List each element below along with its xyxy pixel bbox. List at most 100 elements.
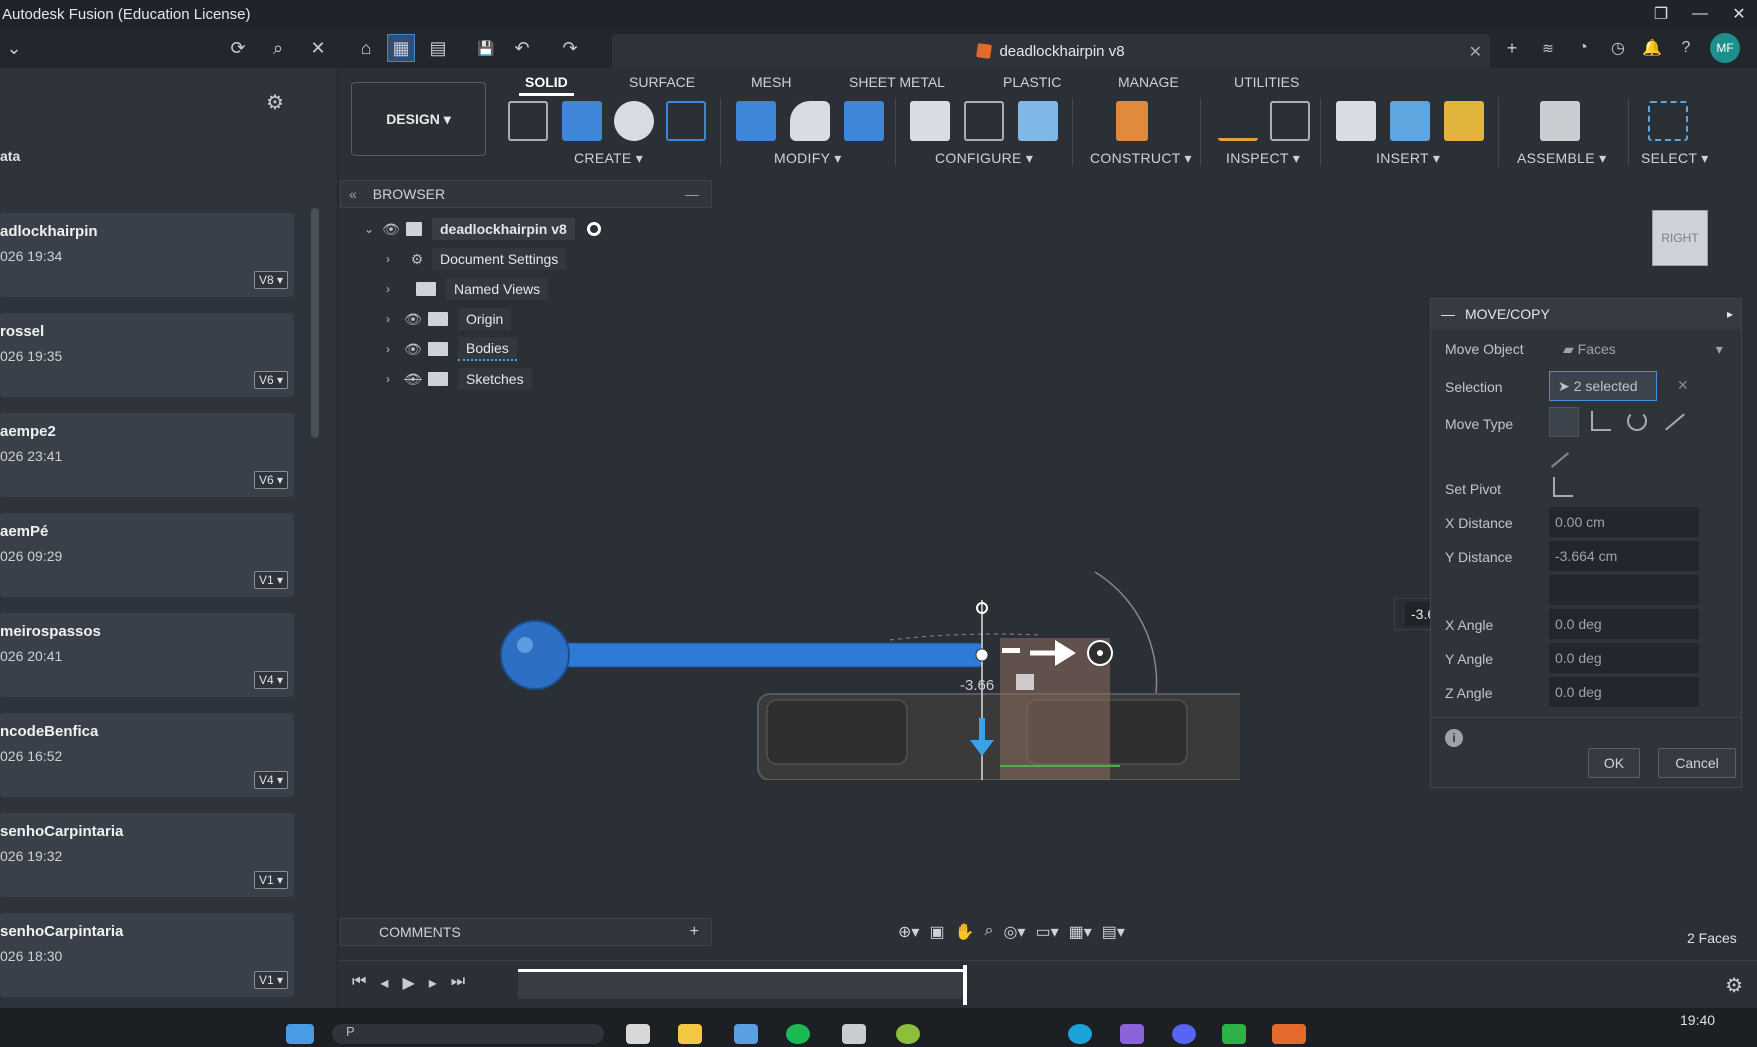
project-card[interactable]: adlockhairpin 026 19:34 V8 ▾ [0,213,294,297]
interference-icon[interactable] [1270,101,1310,141]
translate-icon[interactable] [1591,411,1611,431]
previous-step-icon[interactable]: ◂ [380,973,388,993]
body-slot-left[interactable] [766,699,908,765]
y-distance-input[interactable]: -3.664 cm [1549,541,1699,571]
assemble-menu[interactable]: ASSEMBLE ▾ [1517,150,1606,167]
browser-root[interactable]: ⌄ 👁 deadlockhairpin v8 [364,216,601,242]
extrude-icon[interactable] [562,101,602,141]
insert-mesh-icon[interactable] [1444,101,1484,141]
clear-selection-icon[interactable]: ✕ [1677,377,1689,394]
chevron-right-icon[interactable]: › [386,252,402,266]
insert-canvas-icon[interactable] [1390,101,1430,141]
free-move-icon[interactable] [1549,407,1579,437]
app-icon[interactable] [896,1024,920,1044]
display-settings-icon[interactable]: ▭▾ [1035,922,1058,946]
timeline-track[interactable] [518,969,964,999]
plane-handle[interactable] [1002,648,1020,653]
offset-plane-icon[interactable] [1116,101,1148,141]
measure-icon[interactable] [1218,101,1258,141]
move-object-select[interactable]: ▰ Faces ▾ [1563,341,1723,358]
selection-button[interactable]: ➤ 2 selected [1549,371,1657,401]
refresh-icon[interactable]: ⟳ [224,34,252,62]
version-badge[interactable]: V1 ▾ [253,571,288,589]
select-icon[interactable] [1648,101,1688,141]
search-icon[interactable]: ⌕ [264,34,292,62]
project-card[interactable]: rossel 026 19:35 V6 ▾ [0,313,294,397]
browser-header[interactable]: « BROWSER — [340,180,712,208]
close-panel-icon[interactable]: ✕ [304,34,332,62]
version-badge[interactable]: V4 ▾ [253,771,288,789]
help-icon[interactable]: ? [1672,34,1700,62]
browser-item-document-settings[interactable]: › ⚙ Document Settings [386,246,567,272]
app-icon[interactable] [734,1024,758,1044]
project-card[interactable]: aempe2 026 23:41 V6 ▾ [0,413,294,497]
z-angle-input[interactable]: 0.0 deg [1549,677,1699,707]
revolve-icon[interactable] [614,101,654,141]
point-to-position-icon[interactable] [1550,452,1570,468]
insert-derive-icon[interactable] [1336,101,1376,141]
tab-utilities[interactable]: UTILITIES [1234,74,1299,90]
chevron-right-icon[interactable]: › [386,312,402,326]
tab-solid[interactable]: SOLID [519,74,574,96]
eye-icon[interactable]: 👁 [380,221,402,238]
table-icon[interactable] [964,101,1004,141]
timeline-settings-icon[interactable]: ⚙ [1725,973,1743,998]
app-icon[interactable] [1222,1024,1246,1044]
construct-menu[interactable]: CONSTRUCT ▾ [1090,150,1192,167]
collapse-panel-icon[interactable]: « [349,186,357,202]
eye-hidden-icon[interactable]: 👁 [402,371,424,388]
create-sketch-icon[interactable] [508,101,548,141]
configure-icon[interactable] [910,101,950,141]
undo-icon[interactable]: ↶ [508,34,536,62]
zoom-icon[interactable]: ⌕ [984,922,993,946]
model-viewport[interactable]: -3.66 [480,560,1240,780]
new-component-icon[interactable] [1540,101,1580,141]
project-card[interactable]: aemPé 026 09:29 V1 ▾ [0,513,294,597]
point-to-point-icon[interactable] [1665,413,1685,431]
chevron-right-icon[interactable]: › [386,372,402,386]
fit-icon[interactable]: ◎▾ [1003,922,1025,946]
folder-icon[interactable] [678,1024,702,1044]
expand-dialog-icon[interactable]: ▸ [1727,307,1733,321]
clock-icon[interactable]: ◷ [1604,34,1632,62]
config-rules-icon[interactable] [1018,101,1058,141]
project-card[interactable]: meirospassos 026 20:41 V4 ▾ [0,613,294,697]
spotify-icon[interactable] [786,1024,810,1044]
configure-menu[interactable]: CONFIGURE ▾ [935,150,1033,167]
browser-item-named-views[interactable]: › Named Views [386,276,549,302]
user-avatar[interactable]: MF [1710,33,1740,63]
grid-settings-icon[interactable]: ▦▾ [1069,922,1092,946]
x-angle-input[interactable]: 0.0 deg [1549,609,1699,639]
select-menu[interactable]: SELECT ▾ [1641,150,1709,167]
discord-icon[interactable] [1172,1024,1196,1044]
tab-surface[interactable]: SURFACE [629,74,695,90]
new-tab-icon[interactable]: + [1498,34,1526,62]
pivot-center-handle[interactable] [975,648,989,662]
chevron-down-icon[interactable]: ⌄ [364,222,380,236]
move-copy-header[interactable]: — MOVE/COPY ▸ [1431,299,1741,329]
app-icon[interactable] [842,1024,866,1044]
next-step-icon[interactable]: ▸ [429,973,437,993]
first-step-icon[interactable]: ⏮ [352,973,366,993]
pan-icon[interactable]: ✋ [955,922,975,946]
version-badge[interactable]: V8 ▾ [253,271,288,289]
file-menu-icon[interactable]: ▤ [424,34,452,62]
eye-icon[interactable]: 👁 [402,341,424,358]
close-window-button[interactable]: ✕ [1719,0,1757,28]
app-icon[interactable] [1068,1024,1092,1044]
play-icon[interactable]: ▶ [402,973,414,993]
home-icon[interactable]: ⌂ [352,34,380,62]
orbit-icon[interactable]: ⊕▾ [898,922,919,946]
version-badge[interactable]: V1 ▾ [253,871,288,889]
set-pivot-icon[interactable] [1553,477,1573,497]
dimension-handle[interactable] [1016,674,1034,690]
look-at-icon[interactable]: ▣ [929,922,944,946]
viewcube[interactable]: RIGHT [1652,210,1708,266]
rotate-icon[interactable] [1627,411,1647,431]
version-badge[interactable]: V1 ▾ [253,971,288,989]
app-icon[interactable] [1120,1024,1144,1044]
comments-panel[interactable]: COMMENTS + [340,918,712,946]
x-distance-input[interactable]: 0.00 cm [1549,507,1699,537]
cancel-button[interactable]: Cancel [1658,748,1736,778]
y-angle-input[interactable]: 0.0 deg [1549,643,1699,673]
